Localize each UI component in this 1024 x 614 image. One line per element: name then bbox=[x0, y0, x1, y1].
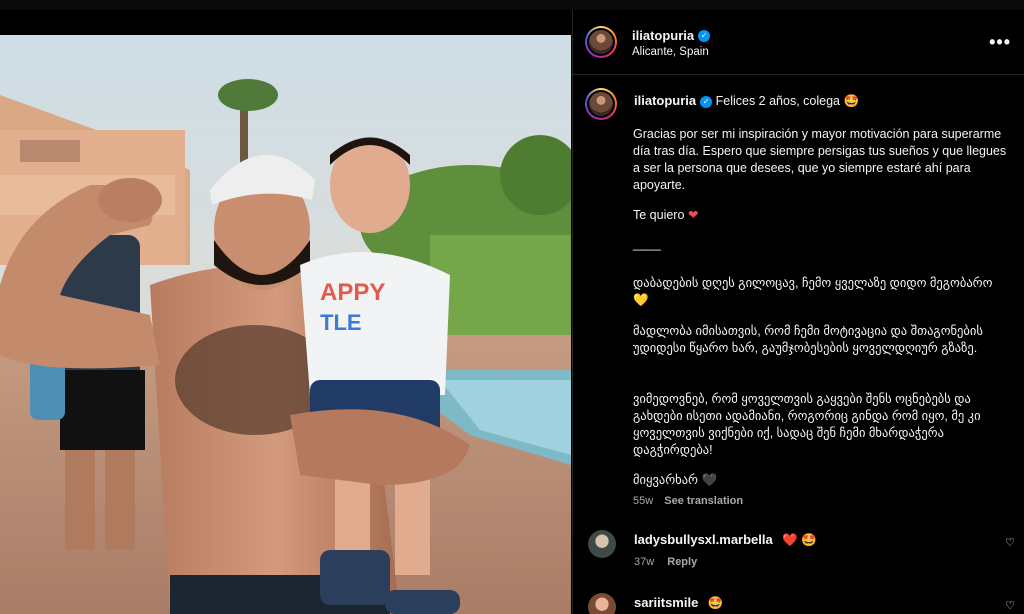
comment-text: 🤩 bbox=[707, 596, 724, 610]
post-image: APPY TLE bbox=[0, 35, 571, 614]
caption-author-avatar[interactable] bbox=[585, 88, 617, 120]
comment-username[interactable]: sariitsmile bbox=[634, 595, 698, 610]
comment-meta: 37w Reply bbox=[634, 556, 697, 568]
author-avatar[interactable] bbox=[585, 26, 617, 58]
caption-georgian-1: დაბადების დღეს გილოცავ, ჩემო ყველაზე დიდ… bbox=[633, 276, 993, 307]
post-age[interactable]: 55w bbox=[633, 495, 653, 507]
heart-icon[interactable]: ♡ bbox=[1005, 536, 1015, 549]
svg-text:APPY: APPY bbox=[320, 279, 385, 306]
caption-georgian-2: მადლობა იმისათვის, რომ ჩემი მოტივაცია და… bbox=[633, 324, 983, 355]
comment-avatar[interactable] bbox=[588, 530, 616, 558]
verified-badge-icon: ✓ bbox=[698, 29, 711, 42]
post-details-panel: iliatopuria ✓ Alicante, Spain ••• iliatop… bbox=[572, 10, 1024, 614]
reply-button[interactable]: Reply bbox=[667, 556, 697, 568]
caption-meta: 55w See translation bbox=[633, 495, 743, 507]
comment-username[interactable]: ladysbullysxl.marbella bbox=[634, 532, 773, 547]
comment-avatar[interactable] bbox=[588, 593, 616, 614]
comment-row: sariitsmile 🤩 bbox=[634, 595, 723, 611]
svg-text:TLE: TLE bbox=[320, 310, 362, 335]
te-quiero-text: Te quiero bbox=[633, 208, 685, 222]
caption-username[interactable]: iliatopuria bbox=[634, 93, 696, 108]
caption-georgian-3: ვიმედოვნებ, რომ ყოველთვის გაყვები შენს ო… bbox=[633, 392, 981, 457]
verified-badge-icon: ✓ bbox=[700, 95, 713, 108]
see-translation-link[interactable]: See translation bbox=[664, 495, 743, 507]
comment-age[interactable]: 37w bbox=[634, 556, 654, 568]
caption-spanish: Gracias por ser mi inspiración y mayor m… bbox=[633, 127, 1007, 192]
caption-header: iliatopuria ✓ Felices 2 años, colega 🤩 bbox=[634, 93, 1014, 109]
comment-text: ❤️ 🤩 bbox=[782, 533, 817, 547]
caption-te-quiero: Te quiero ❤ bbox=[633, 207, 698, 224]
top-bar bbox=[0, 0, 1024, 10]
comment-row: ladysbullysxl.marbella ❤️ 🤩 bbox=[634, 532, 817, 548]
heart-icon[interactable]: ♡ bbox=[1005, 599, 1015, 612]
post-location[interactable]: Alicante, Spain bbox=[632, 46, 709, 58]
more-options-icon[interactable]: ••• bbox=[989, 32, 1011, 53]
caption-title: Felices 2 años, colega 🤩 bbox=[715, 94, 860, 108]
caption-separator: ____ bbox=[633, 237, 661, 251]
caption-georgian-4: მიყვარხარ 🖤 bbox=[633, 473, 718, 487]
author-username[interactable]: iliatopuria bbox=[632, 28, 694, 43]
post-photo[interactable]: APPY TLE bbox=[0, 35, 571, 614]
heart-emoji-icon: ❤ bbox=[687, 208, 699, 222]
post-header: iliatopuria ✓ Alicante, Spain ••• bbox=[573, 10, 1024, 75]
